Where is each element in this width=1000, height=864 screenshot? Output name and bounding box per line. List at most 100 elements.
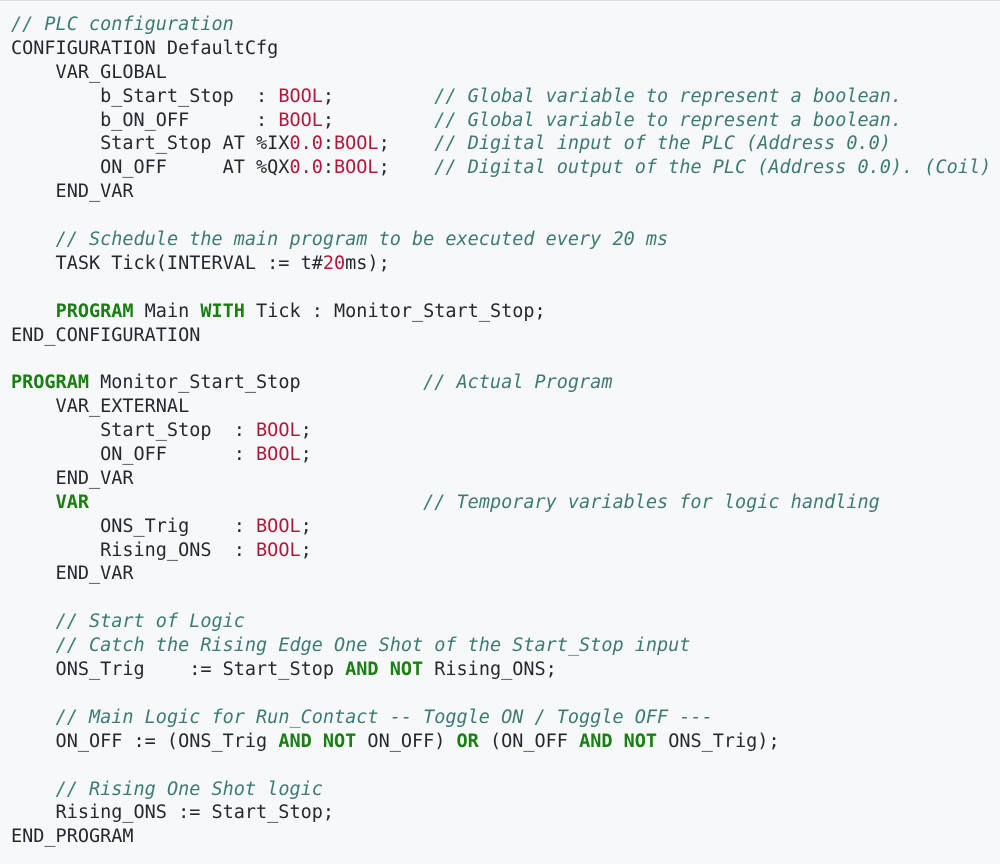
code-text: Rising_ONS; xyxy=(423,659,557,681)
keyword-token: NOT xyxy=(623,730,658,752)
type-token: BOOL xyxy=(278,109,323,131)
comment-token: // Digital input of the PLC (Address 0.0… xyxy=(434,133,891,155)
comment-token: // Temporary variables for logic handlin… xyxy=(423,491,880,513)
comment-token: // Global variable to represent a boolea… xyxy=(434,85,903,107)
code-line: VAR_EXTERNAL xyxy=(11,395,1000,419)
code-text: ONS_Trig : xyxy=(11,515,257,537)
comment-token: // Digital output of the PLC (Address 0.… xyxy=(434,157,992,179)
code-text: END_PROGRAM xyxy=(11,826,134,848)
code-text: ; xyxy=(378,157,435,179)
type-token: BOOL xyxy=(256,420,301,442)
code-text: b_Start_Stop : xyxy=(11,85,279,107)
code-line: // Rising One Shot logic xyxy=(11,778,1000,802)
code-text: ON_OFF : xyxy=(11,444,257,466)
code-line: ON_OFF := (ONS_Trig AND NOT ON_OFF) OR (… xyxy=(11,730,1000,754)
number-token: 20 xyxy=(322,252,346,274)
code-text: Rising_ONS := Start_Stop; xyxy=(11,802,335,824)
code-line: Rising_ONS := Start_Stop; xyxy=(11,801,1000,825)
type-token: BOOL xyxy=(256,539,301,561)
code-block: // PLC configuration CONFIGURATION Defaul… xyxy=(0,1,1000,849)
keyword-token: AND xyxy=(345,659,379,681)
comment-token: // Global variable to represent a boolea… xyxy=(434,109,903,131)
code-line: ON_OFF AT %QX0.0:BOOL; // Digital output… xyxy=(11,156,1000,180)
code-line: VAR_GLOBAL xyxy=(11,61,1000,85)
code-text: ON_OFF := (ONS_Trig xyxy=(11,730,279,752)
code-line: Start_Stop AT %IX0.0:BOOL; // Digital in… xyxy=(11,132,1000,156)
code-text: : xyxy=(322,133,335,155)
code-text: Main xyxy=(133,300,201,322)
code-text: (ON_OFF xyxy=(478,730,580,752)
code-line: CONFIGURATION DefaultCfg xyxy=(11,37,1000,61)
keyword-token: VAR xyxy=(55,491,89,513)
code-text: END_CONFIGURATION xyxy=(11,324,201,346)
code-line: END_VAR xyxy=(11,562,1000,586)
code-text: END_VAR xyxy=(11,181,134,203)
code-text: END_VAR xyxy=(11,467,134,489)
type-token: BOOL xyxy=(278,85,323,107)
code-text: Monitor_Start_Stop xyxy=(88,372,424,394)
code-text: ; xyxy=(322,109,435,131)
keyword-token: AND xyxy=(579,730,613,752)
type-token: BOOL xyxy=(256,444,301,466)
code-text: : xyxy=(322,157,335,179)
type-token: BOOL xyxy=(334,157,379,179)
code-text: Start_Stop : xyxy=(11,420,257,442)
comment-token: // Main Logic for Run_Contact -- Toggle … xyxy=(55,706,713,728)
keyword-token: NOT xyxy=(389,659,424,681)
code-text: ON_OFF) xyxy=(356,730,457,752)
code-line: // Catch the Rising Edge One Shot of the… xyxy=(11,634,1000,658)
code-text: b_ON_OFF : xyxy=(11,109,279,131)
code-line: VAR // Temporary variables for logic han… xyxy=(11,491,1000,515)
code-line: Start_Stop : BOOL; xyxy=(11,419,1000,443)
number-token: 0.0 xyxy=(289,133,323,155)
number-token: 0.0 xyxy=(289,157,323,179)
code-line: b_ON_OFF : BOOL; // Global variable to r… xyxy=(11,109,1000,133)
code-text: END_VAR xyxy=(11,563,134,585)
code-text: Rising_ONS : xyxy=(11,539,257,561)
code-line: // Schedule the main program to be execu… xyxy=(11,228,1000,252)
code-line: ONS_Trig := Start_Stop AND NOT Rising_ON… xyxy=(11,658,1000,682)
code-viewer: // PLC configuration CONFIGURATION Defaul… xyxy=(0,0,1000,864)
code-text: ONS_Trig := Start_Stop xyxy=(11,659,346,681)
code-text: ms); xyxy=(345,252,390,274)
code-text: ; xyxy=(322,85,435,107)
type-token: BOOL xyxy=(256,515,301,537)
code-text: ONS_Trig); xyxy=(657,730,780,752)
code-text: CONFIGURATION DefaultCfg xyxy=(11,37,279,59)
comment-token: // Catch the Rising Edge One Shot of the… xyxy=(55,635,691,657)
code-text: ; xyxy=(300,539,312,561)
code-line: END_VAR xyxy=(11,180,1000,204)
keyword-token: AND xyxy=(278,730,312,752)
keyword-token: NOT xyxy=(322,730,357,752)
keyword-token: PROGRAM xyxy=(11,372,89,394)
code-line: PROGRAM Monitor_Start_Stop // Actual Pro… xyxy=(11,371,1000,395)
code-text: ; xyxy=(378,133,435,155)
code-line: // PLC configuration xyxy=(11,13,1000,37)
code-text: VAR_EXTERNAL xyxy=(11,396,190,418)
code-line: END_CONFIGURATION xyxy=(11,324,1000,348)
type-token: BOOL xyxy=(334,133,379,155)
code-text: ON_OFF AT %QX xyxy=(11,157,290,179)
code-line: ONS_Trig : BOOL; xyxy=(11,515,1000,539)
code-text: Tick : Monitor_Start_Stop; xyxy=(244,300,546,322)
code-text: Start_Stop AT %IX xyxy=(11,133,290,155)
code-line: Rising_ONS : BOOL; xyxy=(11,539,1000,563)
code-line: END_PROGRAM xyxy=(11,825,1000,849)
keyword-token: OR xyxy=(456,730,479,752)
comment-token: // Rising One Shot logic xyxy=(55,778,323,800)
